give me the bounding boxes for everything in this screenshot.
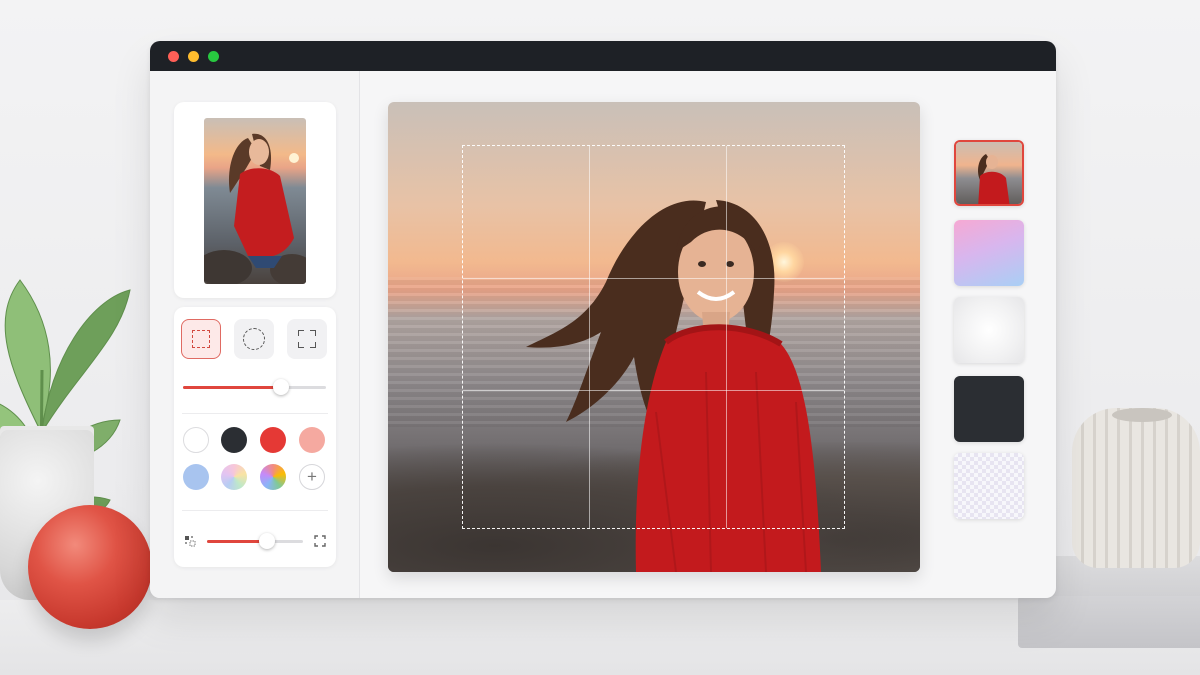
crop-selection-box[interactable] [462,145,845,529]
free-crop-button[interactable] [287,319,327,359]
left-sidebar: + [150,71,360,598]
crop-gridline [588,146,590,528]
color-swatch-red[interactable] [260,427,286,453]
size-slider[interactable] [183,379,326,395]
color-swatch-charcoal[interactable] [221,427,247,453]
divider [182,510,328,511]
size-slider-handle[interactable] [273,379,289,395]
divider [182,413,328,414]
maximize-window-button[interactable] [208,50,219,62]
book-decoration [1018,596,1200,648]
portrait-preview-thumbnail[interactable] [204,118,306,284]
editor-window: + [150,41,1056,598]
ellipse-select-button[interactable] [234,319,274,359]
rectangle-select-button[interactable] [181,319,221,359]
preview-card [174,102,336,298]
feather-high-icon [314,535,326,547]
color-swatch-pastel-gradient[interactable] [221,464,247,490]
vase-decoration [1072,408,1200,568]
close-window-button[interactable] [168,50,179,62]
photo-canvas[interactable] [388,102,920,572]
free-crop-icon [298,330,316,348]
feather-slider-fill [207,540,265,543]
tools-card: + [174,307,336,567]
feather-slider[interactable] [207,533,303,549]
crop-gridline [725,146,727,528]
background-dark-charcoal[interactable] [954,376,1024,442]
feather-slider-handle[interactable] [259,533,275,549]
ellipse-select-icon [243,328,265,350]
crop-gridline [463,277,844,279]
add-color-button[interactable]: + [299,464,325,490]
size-slider-fill [183,386,281,389]
title-bar [150,41,1056,71]
red-ball-decoration [28,505,152,629]
background-pink-blue-gradient[interactable] [954,220,1024,286]
color-swatch-rainbow-gradient[interactable] [260,464,286,490]
background-original-photo[interactable] [954,140,1024,206]
minimize-window-button[interactable] [188,50,199,62]
background-transparent-checker[interactable] [954,453,1024,519]
crop-gridline [463,390,844,392]
color-swatch-blue[interactable] [183,464,209,490]
feather-low-icon [185,536,196,547]
rectangle-select-icon [192,330,210,348]
color-swatch-white[interactable] [183,427,209,453]
background-soft-white[interactable] [954,297,1024,363]
color-swatch-pink[interactable] [299,427,325,453]
vase-neck [1112,408,1172,422]
